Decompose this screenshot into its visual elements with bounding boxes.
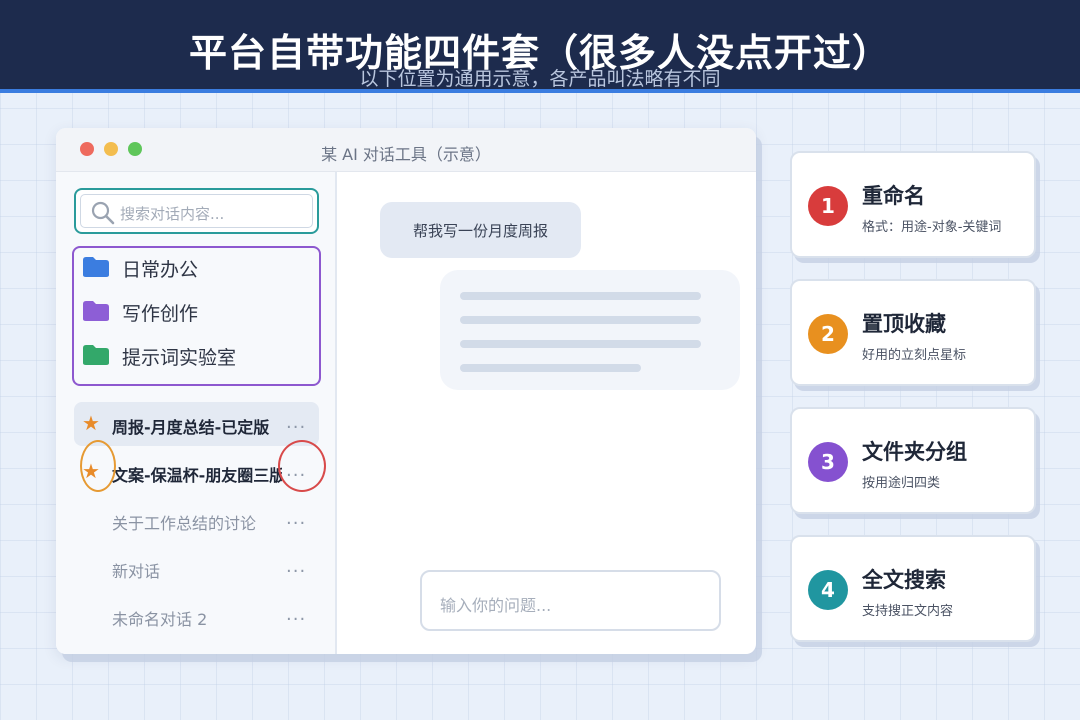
feature-desc: 按用途归四类 — [862, 476, 941, 491]
feature-desc: 格式：用途-对象-关键词 — [862, 220, 1002, 235]
assistant-message-placeholder — [440, 270, 740, 390]
star-icon[interactable]: ★ — [82, 411, 100, 435]
folder-label: 写作创作 — [122, 303, 199, 325]
user-message-bubble: 帮我写一份月度周报 — [380, 202, 581, 258]
window-titlebar: 某 AI 对话工具（示意） — [56, 128, 756, 172]
sidebar: 搜索对话内容... 日常办公 写作创作 提示词实验室 ★ 周报-月度总结-已定版… — [56, 172, 337, 654]
search-icon — [91, 201, 115, 225]
message-input[interactable]: 输入你的问题... — [420, 570, 721, 631]
feature-title: 重命名 — [862, 184, 925, 208]
page-header: 平台自带功能四件套（很多人没点开过） 以下位置为通用示意，各产品叫法略有不同 — [0, 0, 1080, 93]
feature-desc: 支持搜正文内容 — [862, 604, 954, 619]
chat-area: 帮我写一份月度周报 输入你的问题... — [339, 172, 756, 654]
conversation-name: 文案-保温杯-朋友圈三版 — [112, 466, 282, 485]
feature-title: 文件夹分组 — [862, 440, 967, 464]
app-window-mockup: 某 AI 对话工具（示意） 搜索对话内容... 日常办公 写作创作 提示词实验室… — [56, 128, 756, 654]
more-options-icon[interactable]: ... — [286, 556, 306, 577]
blue-folder-icon — [83, 257, 109, 277]
input-placeholder: 输入你的问题... — [440, 596, 552, 615]
feature-card-folder-group: 3 文件夹分组 按用途归四类 — [790, 407, 1036, 514]
text-placeholder-line — [460, 316, 701, 324]
number-badge: 3 — [808, 442, 848, 482]
more-highlight-ring — [278, 440, 326, 492]
number-badge: 4 — [808, 570, 848, 610]
conversation-item[interactable]: 未命名对话 2 ... — [74, 594, 319, 638]
text-placeholder-line — [460, 340, 701, 348]
star-highlight-ring — [80, 440, 116, 492]
text-placeholder-line — [460, 364, 641, 372]
feature-desc: 好用的立刻点星标 — [862, 348, 967, 363]
feature-card-rename: 1 重命名 格式：用途-对象-关键词 — [790, 151, 1036, 258]
folder-group: 日常办公 写作创作 提示词实验室 — [72, 246, 321, 386]
green-folder-icon — [83, 345, 109, 365]
feature-card-pin-favorite: 2 置顶收藏 好用的立刻点星标 — [790, 279, 1036, 386]
folder-label: 日常办公 — [122, 259, 199, 281]
conversation-item[interactable]: 关于工作总结的讨论 ... — [74, 498, 319, 542]
number-badge: 2 — [808, 314, 848, 354]
user-message-text: 帮我写一份月度周报 — [412, 222, 548, 240]
more-options-icon[interactable]: ... — [286, 508, 306, 529]
feature-title: 置顶收藏 — [862, 312, 946, 336]
conversation-item[interactable]: 新对话 ... — [74, 546, 319, 590]
purple-folder-icon — [83, 301, 109, 321]
conversation-name: 未命名对话 2 — [112, 610, 208, 629]
search-placeholder: 搜索对话内容... — [120, 205, 225, 223]
more-options-icon[interactable]: ... — [286, 604, 306, 625]
feature-title: 全文搜索 — [862, 568, 946, 592]
conversation-name: 周报-月度总结-已定版 — [112, 418, 270, 437]
more-options-icon[interactable]: ... — [286, 412, 306, 433]
page-subtitle: 以下位置为通用示意，各产品叫法略有不同 — [359, 68, 721, 90]
feature-card-full-search: 4 全文搜索 支持搜正文内容 — [790, 535, 1036, 642]
folder-label: 提示词实验室 — [122, 347, 237, 369]
text-placeholder-line — [460, 292, 701, 300]
conversation-name: 新对话 — [112, 562, 161, 581]
conversation-name: 关于工作总结的讨论 — [112, 514, 257, 533]
window-title: 某 AI 对话工具（示意） — [321, 145, 491, 164]
number-badge: 1 — [808, 186, 848, 226]
search-input[interactable]: 搜索对话内容... — [74, 188, 319, 234]
conversation-item[interactable]: ★ 周报-月度总结-已定版 ... — [74, 402, 319, 446]
